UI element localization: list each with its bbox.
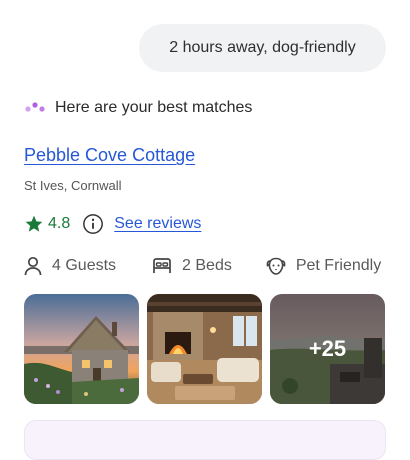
info-icon[interactable] bbox=[82, 213, 104, 235]
amenities-row: 4 Guests 2 Beds Pet Friendly bbox=[24, 255, 381, 277]
photo-gallery: +25 bbox=[24, 294, 385, 404]
assistant-intro-text: Here are your best matches bbox=[55, 99, 253, 116]
pets-label: Pet Friendly bbox=[295, 257, 382, 274]
more-photos-count: +25 bbox=[308, 336, 347, 361]
person-icon bbox=[24, 256, 42, 276]
coastal-terrace-photo[interactable]: +25 bbox=[270, 294, 385, 404]
see-reviews-link[interactable]: See reviews bbox=[114, 215, 201, 233]
listing-location: St Ives, Cornwall bbox=[24, 178, 122, 193]
living-room-photo[interactable] bbox=[147, 294, 262, 404]
typing-dots-icon bbox=[25, 102, 45, 112]
amenity-beds: 2 Beds bbox=[152, 257, 232, 275]
cottage-exterior-photo[interactable] bbox=[24, 294, 139, 404]
bed-icon bbox=[153, 258, 171, 273]
listing-title-link[interactable]: Pebble Cove Cottage bbox=[24, 145, 195, 166]
dog-icon bbox=[266, 257, 286, 275]
user-message-text: 2 hours away, dog-friendly bbox=[169, 39, 356, 56]
user-message-bubble: 2 hours away, dog-friendly bbox=[139, 24, 386, 72]
assistant-intro: Here are your best matches bbox=[24, 98, 252, 118]
rating-value: 4.8 bbox=[48, 215, 71, 232]
amenity-pets: Pet Friendly bbox=[266, 256, 381, 276]
beds-label: 2 Beds bbox=[182, 257, 232, 274]
next-card-partial bbox=[24, 420, 386, 460]
rating-row: 4.8 See reviews bbox=[24, 212, 201, 236]
guests-label: 4 Guests bbox=[52, 257, 117, 274]
star-icon bbox=[25, 215, 43, 232]
amenity-guests: 4 Guests bbox=[24, 256, 116, 276]
